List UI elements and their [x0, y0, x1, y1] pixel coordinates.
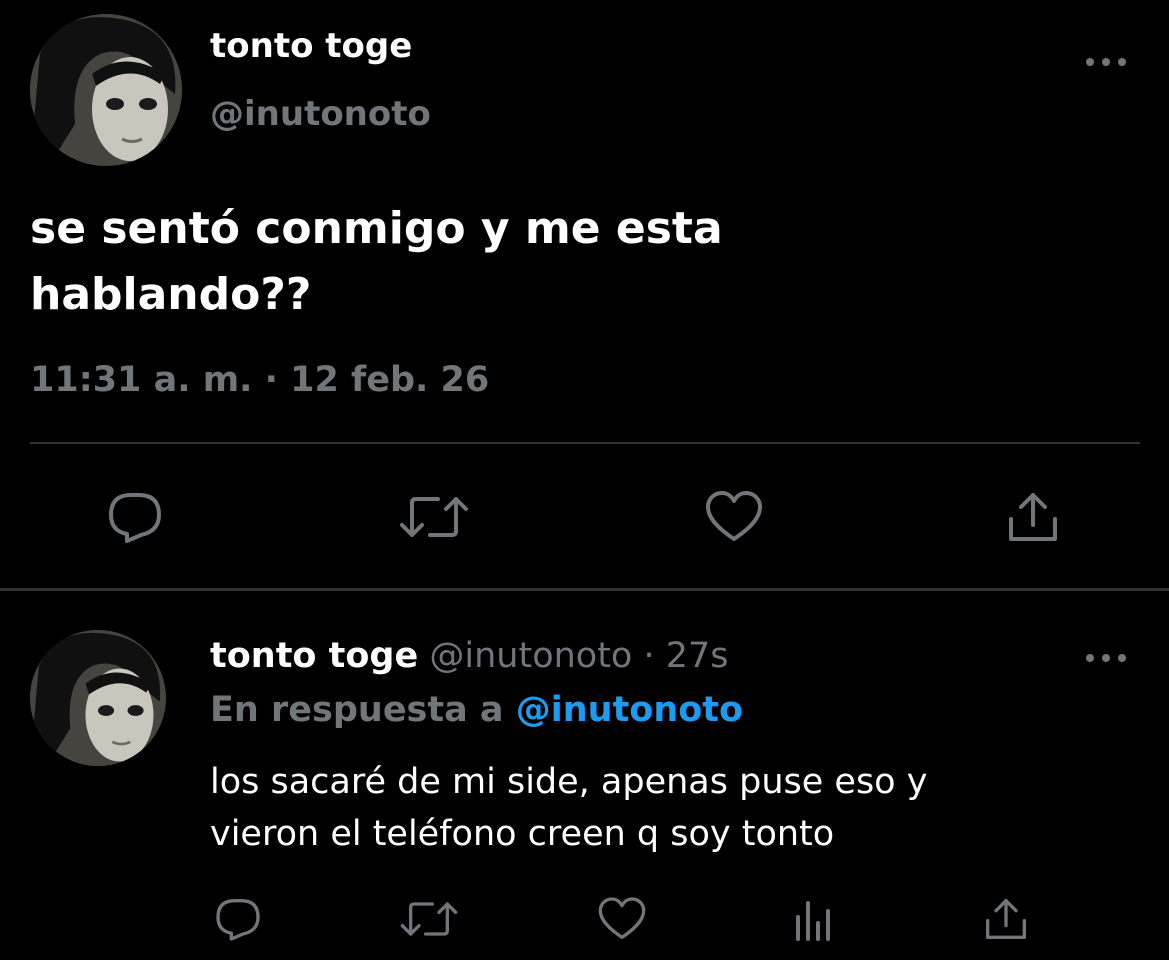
analytics-button[interactable] — [790, 893, 838, 945]
main-tweet[interactable]: tonto toge @inutonoto se sentó conmigo y… — [0, 0, 1169, 590]
tweet-age[interactable]: 27s — [666, 636, 729, 676]
share-icon — [1009, 493, 1057, 541]
share-button[interactable] — [1002, 488, 1064, 546]
avatar-image — [30, 14, 182, 166]
retweet-button[interactable] — [398, 893, 460, 945]
retweet-icon — [400, 497, 468, 537]
retweet-icon — [400, 902, 458, 936]
display-name[interactable]: tonto toge — [210, 26, 412, 66]
reply-icon — [109, 493, 161, 543]
display-name[interactable]: tonto toge — [210, 636, 418, 676]
reply-button[interactable] — [212, 893, 264, 945]
reply-prefix: En respuesta a — [210, 690, 504, 730]
like-button[interactable] — [703, 488, 765, 546]
reply-button[interactable] — [104, 488, 166, 546]
reply-context: En respuesta a @inutonoto — [210, 690, 743, 730]
retweet-button[interactable] — [398, 488, 470, 546]
user-handle[interactable]: @inutonoto — [429, 636, 632, 676]
reply-icon — [216, 899, 260, 941]
divider — [30, 442, 1140, 444]
reply-header: tonto toge @inutonoto · 27s — [210, 636, 729, 676]
more-horizontal-icon[interactable] — [1086, 52, 1126, 72]
avatar-image — [30, 630, 166, 766]
reply-mention-link[interactable]: @inutonoto — [516, 690, 743, 730]
share-icon — [986, 899, 1026, 939]
like-button[interactable] — [596, 893, 648, 945]
tweet-text: los sacaré de mi side, apenas puse eso y… — [210, 762, 928, 854]
tweet-separator — [0, 588, 1169, 591]
avatar[interactable] — [30, 630, 166, 766]
avatar[interactable] — [30, 14, 182, 166]
more-horizontal-icon[interactable] — [1086, 648, 1126, 668]
tweet-text: se sentó conmigo y me esta hablando?? — [30, 203, 723, 320]
tweet-timestamp[interactable]: 11:31 a. m. · 12 feb. 26 — [30, 360, 489, 400]
analytics-icon — [796, 901, 830, 941]
heart-icon — [706, 491, 762, 541]
user-handle[interactable]: @inutonoto — [210, 94, 431, 134]
share-button[interactable] — [980, 893, 1032, 945]
heart-icon — [598, 897, 646, 939]
separator-dot: · — [643, 636, 655, 676]
